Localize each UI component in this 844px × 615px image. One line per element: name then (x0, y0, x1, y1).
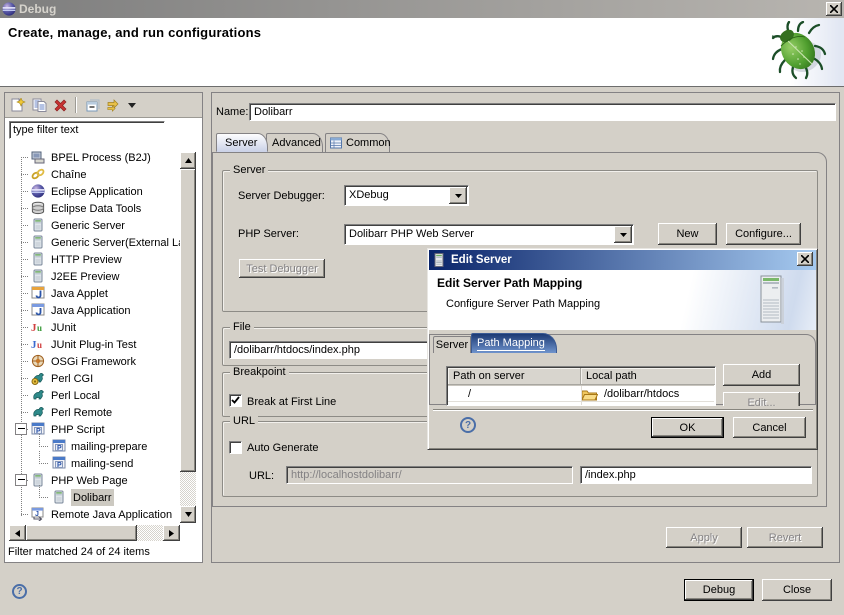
svg-text:P: P (57, 462, 62, 469)
svg-text:P: P (57, 445, 62, 452)
svg-text:u: u (37, 323, 42, 333)
svg-text:u: u (37, 340, 42, 350)
